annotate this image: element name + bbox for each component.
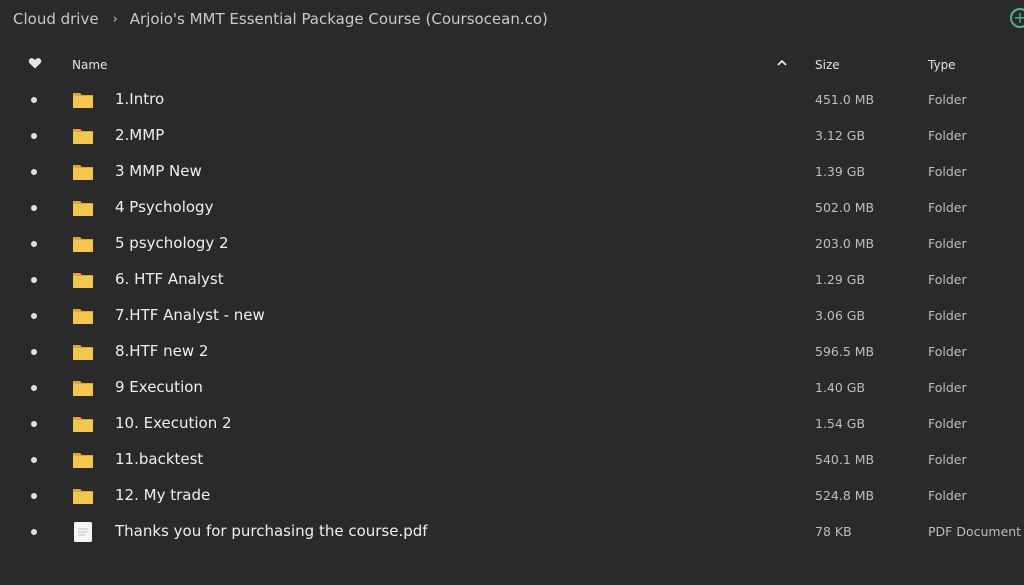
file-name[interactable]: 11.backtest [115,450,203,468]
folder-icon [72,126,94,146]
folder-icon [72,306,94,326]
bullet-icon [31,493,37,499]
bullet-icon [31,529,37,535]
chevron-right-icon: › [112,11,118,27]
file-row[interactable]: 3 MMP New 1.39 GB Folder [0,154,1024,190]
file-size: 1.29 GB [815,272,866,287]
file-size: 1.40 GB [815,380,866,395]
add-circle-icon[interactable]: + [1010,8,1024,28]
file-type: Folder [928,344,967,359]
breadcrumb-cloud-drive[interactable]: Cloud drive [13,10,99,28]
sort-ascending-icon[interactable] [776,57,788,69]
bullet-icon [31,241,37,247]
file-name[interactable]: 9 Execution [115,378,203,396]
column-header-name[interactable]: Name [72,58,107,72]
file-type: Folder [928,92,967,107]
file-name[interactable]: 3 MMP New [115,162,202,180]
file-name[interactable]: 5 psychology 2 [115,234,229,252]
file-type: Folder [928,416,967,431]
file-size: 203.0 MB [815,236,875,251]
file-type: PDF Document [928,524,1022,539]
file-row[interactable]: 11.backtest 540.1 MB Folder [0,442,1024,478]
file-size: 1.54 GB [815,416,866,431]
file-type: Folder [928,236,967,251]
file-list-header: Name Size Type [0,54,1024,78]
folder-icon [72,270,94,290]
folder-icon [72,162,94,182]
bullet-icon [31,349,37,355]
file-size: 502.0 MB [815,200,875,215]
bullet-icon [31,97,37,103]
file-row[interactable]: Thanks you for purchasing the course.pdf… [0,514,1024,550]
bullet-icon [31,133,37,139]
folder-icon [72,450,94,470]
bullet-icon [31,457,37,463]
bullet-icon [31,421,37,427]
breadcrumb: Cloud drive › Arjoio's MMT Essential Pac… [13,8,548,30]
file-row[interactable]: 12. My trade 524.8 MB Folder [0,478,1024,514]
file-size: 540.1 MB [815,452,875,467]
file-size: 78 KB [815,524,852,539]
file-name[interactable]: 1.Intro [115,90,164,108]
file-size: 524.8 MB [815,488,875,503]
file-name[interactable]: 7.HTF Analyst - new [115,306,265,324]
folder-icon [72,90,94,110]
bullet-icon [31,205,37,211]
file-name[interactable]: 4 Psychology [115,198,213,216]
file-row[interactable]: 2.MMP 3.12 GB Folder [0,118,1024,154]
pdf-file-icon [72,522,94,542]
folder-icon [72,486,94,506]
file-type: Folder [928,272,967,287]
bullet-icon [31,277,37,283]
file-list: 1.Intro 451.0 MB Folder 2.MMP 3.12 GB Folder 3… [0,82,1024,550]
file-type: Folder [928,308,967,323]
file-name[interactable]: 8.HTF new 2 [115,342,208,360]
file-size: 1.39 GB [815,164,866,179]
file-type: Folder [928,488,967,503]
file-row[interactable]: 6. HTF Analyst 1.29 GB Folder [0,262,1024,298]
file-type: Folder [928,452,967,467]
file-type: Folder [928,164,967,179]
heart-icon[interactable] [28,56,42,70]
file-type: Folder [928,128,967,143]
bullet-icon [31,169,37,175]
file-name[interactable]: 10. Execution 2 [115,414,232,432]
file-size: 596.5 MB [815,344,875,359]
folder-icon [72,378,94,398]
file-name[interactable]: 12. My trade [115,486,210,504]
bullet-icon [31,313,37,319]
file-size: 3.12 GB [815,128,866,143]
breadcrumb-current-folder[interactable]: Arjoio's MMT Essential Package Course (C… [130,10,548,28]
file-row[interactable]: 8.HTF new 2 596.5 MB Folder [0,334,1024,370]
file-name[interactable]: Thanks you for purchasing the course.pdf [115,522,428,540]
file-type: Folder [928,380,967,395]
file-row[interactable]: 4 Psychology 502.0 MB Folder [0,190,1024,226]
file-size: 451.0 MB [815,92,875,107]
file-row[interactable]: 5 psychology 2 203.0 MB Folder [0,226,1024,262]
folder-icon [72,198,94,218]
file-row[interactable]: 9 Execution 1.40 GB Folder [0,370,1024,406]
bullet-icon [31,385,37,391]
file-type: Folder [928,200,967,215]
folder-icon [72,234,94,254]
file-row[interactable]: 1.Intro 451.0 MB Folder [0,82,1024,118]
file-size: 3.06 GB [815,308,866,323]
file-name[interactable]: 6. HTF Analyst [115,270,224,288]
file-name[interactable]: 2.MMP [115,126,164,144]
folder-icon [72,342,94,362]
file-row[interactable]: 10. Execution 2 1.54 GB Folder [0,406,1024,442]
folder-icon [72,414,94,434]
file-row[interactable]: 7.HTF Analyst - new 3.06 GB Folder [0,298,1024,334]
column-header-type[interactable]: Type [928,58,956,72]
column-header-size[interactable]: Size [815,58,840,72]
